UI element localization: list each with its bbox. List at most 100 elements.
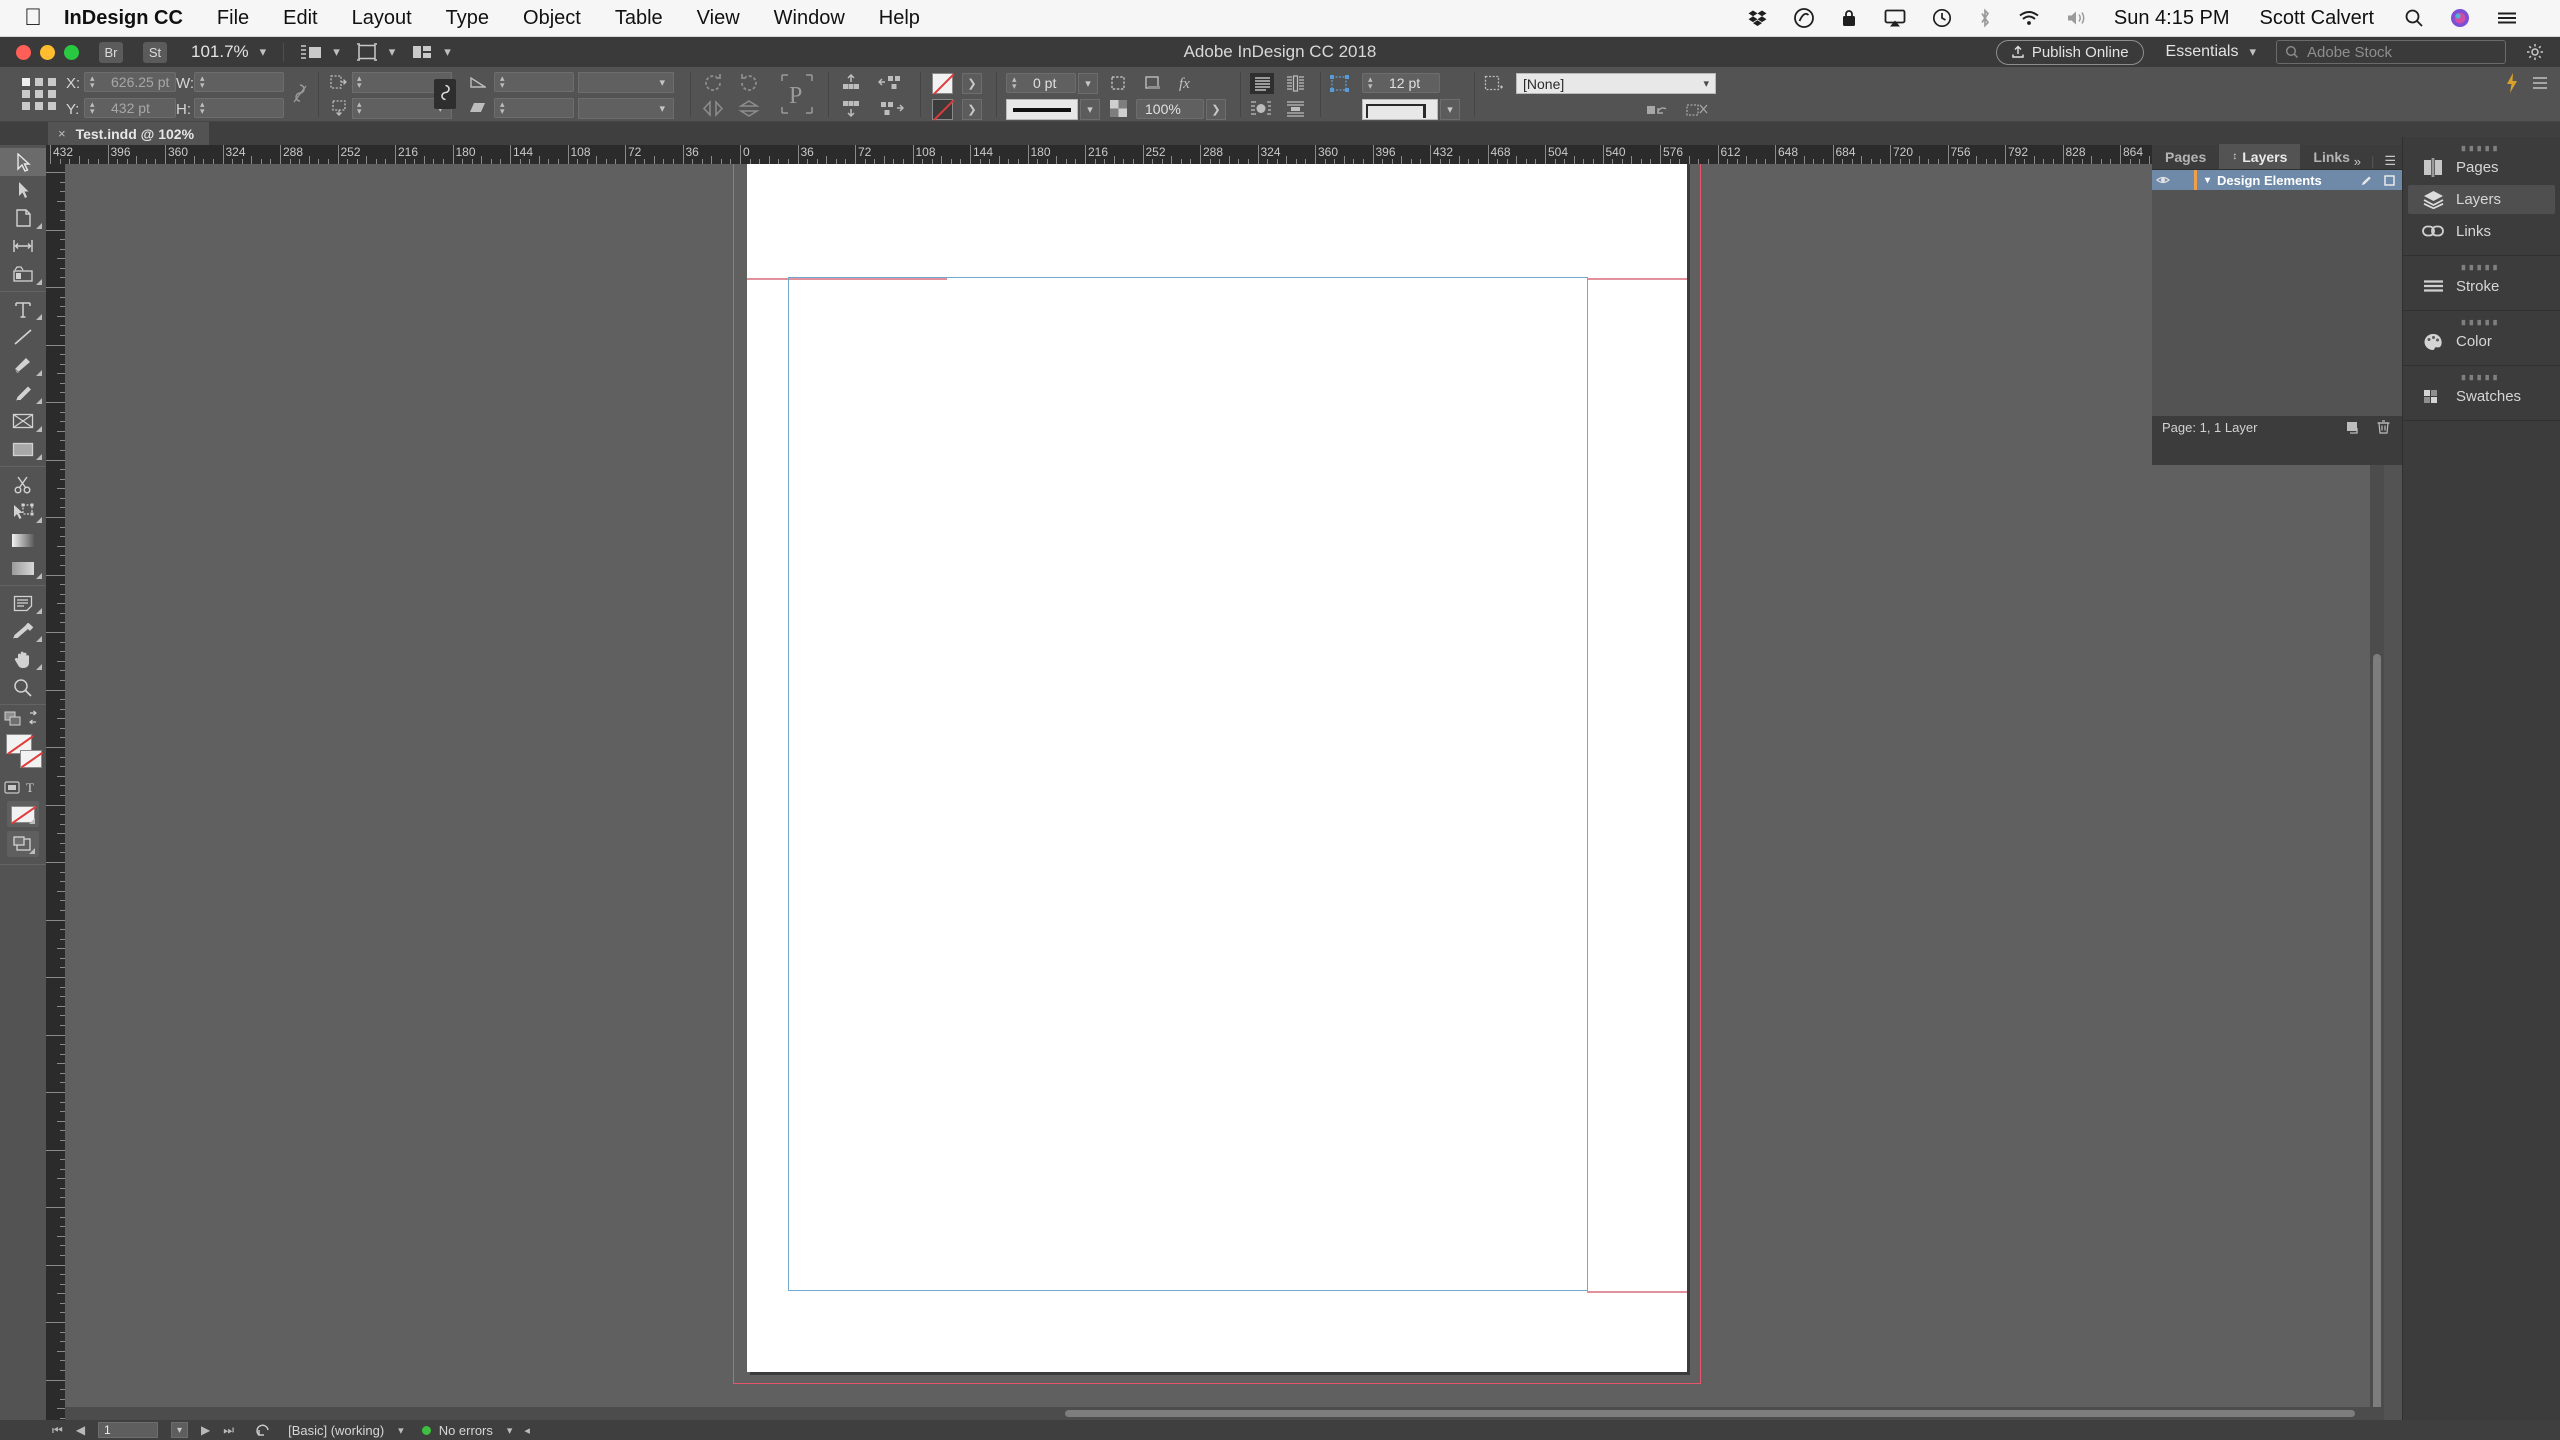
siri-icon[interactable] xyxy=(2450,8,2470,28)
shear-preset-chevron-down-icon[interactable]: ▾ xyxy=(659,102,665,115)
formatting-affects-row[interactable]: T xyxy=(0,776,46,798)
window-controls[interactable] xyxy=(16,44,79,60)
previous-page-icon[interactable]: ◀ xyxy=(76,1423,85,1437)
gradient-feather-flyout-indicator[interactable] xyxy=(36,573,42,579)
note-tool-flyout-indicator[interactable] xyxy=(36,608,42,614)
new-layer-icon[interactable] xyxy=(2346,420,2360,434)
shear-preset-dropdown[interactable]: ▾ xyxy=(578,98,674,119)
layer-pen-edit-icon[interactable] xyxy=(2361,175,2372,186)
w-field[interactable]: ▴ ▾ xyxy=(194,72,284,92)
layer-disclosure-chevron-down-icon[interactable]: ▾ xyxy=(2205,175,2210,186)
selection-tool[interactable] xyxy=(0,148,46,176)
type-tool-flyout-indicator[interactable] xyxy=(36,314,42,320)
page-tool-flyout-indicator[interactable] xyxy=(36,223,42,229)
stroke-weight-chevron-down-icon[interactable]: ▾ xyxy=(1078,73,1098,94)
arrange-documents-icon[interactable] xyxy=(411,43,433,61)
layer-visibility-eye-icon[interactable] xyxy=(2152,175,2174,185)
first-page-icon[interactable]: ⏮ xyxy=(52,1423,63,1438)
tab-pages[interactable]: Pages xyxy=(2152,144,2219,169)
vertical-ruler[interactable] xyxy=(46,164,65,1420)
layer-name-group[interactable]: ▾ Design Elements xyxy=(2205,173,2322,188)
error-status-chevron-down-icon[interactable]: ▾ xyxy=(507,1424,513,1437)
screen-mode-icon[interactable] xyxy=(300,43,322,61)
note-tool[interactable] xyxy=(0,589,46,617)
fill-stroke-swap-row[interactable] xyxy=(0,708,46,730)
spotlight-search-icon[interactable] xyxy=(2404,8,2424,28)
expand-panels-icon[interactable]: » xyxy=(2354,154,2361,169)
control-center-icon[interactable] xyxy=(2496,8,2518,28)
next-page-icon[interactable]: ▶ xyxy=(201,1423,210,1437)
eyedropper-tool[interactable] xyxy=(0,617,46,645)
clock-text[interactable]: Sun 4:15 PM xyxy=(2114,7,2230,30)
bridge-button[interactable]: Br xyxy=(99,41,123,63)
document-tab[interactable]: × Test.indd @ 102% xyxy=(48,122,210,145)
rail-item-stroke[interactable]: Stroke xyxy=(2408,272,2555,301)
view-bleed-chevron-down-icon[interactable]: ▾ xyxy=(389,44,396,60)
bring-forward-icon[interactable] xyxy=(878,74,904,91)
object-style-icon[interactable] xyxy=(1484,75,1504,92)
type-tool[interactable] xyxy=(0,295,46,323)
content-collector-tool[interactable] xyxy=(0,260,46,288)
publish-online-button[interactable]: Publish Online xyxy=(1995,39,2144,65)
shear-angle-field[interactable]: ▴ ▾ xyxy=(494,98,574,118)
page-tool[interactable] xyxy=(0,204,46,232)
direct-selection-tool[interactable] xyxy=(0,176,46,204)
canvas-horizontal-scrollbar[interactable] xyxy=(65,1407,2384,1420)
pencil-tool-flyout-indicator[interactable] xyxy=(36,398,42,404)
stroke-swatch-none-icon[interactable] xyxy=(20,750,42,768)
menu-object[interactable]: Object xyxy=(523,7,581,30)
hand-tool[interactable] xyxy=(0,645,46,673)
zoom-tool[interactable] xyxy=(0,673,46,701)
rotation-preset-dropdown[interactable]: ▾ xyxy=(578,72,674,93)
effects-fx-icon[interactable]: fx xyxy=(1178,74,1202,91)
preflight-icon[interactable] xyxy=(256,1423,272,1437)
tab-drag-handle-icon[interactable]: ↕ xyxy=(2232,151,2237,162)
shear-stepper-icon[interactable]: ▴ ▾ xyxy=(500,100,505,116)
apply-none-button[interactable] xyxy=(7,801,39,827)
scale-y-stepper-icon[interactable]: ▴ ▾ xyxy=(357,100,362,116)
column-rule-dropdown[interactable] xyxy=(1362,99,1438,120)
flip-vertical-icon[interactable] xyxy=(738,100,760,117)
layers-list[interactable]: ▾ Design Elements xyxy=(2152,170,2402,416)
apple-logo-icon[interactable]:  xyxy=(24,6,42,30)
fill-and-stroke-swatches[interactable] xyxy=(0,730,46,776)
security-lock-icon[interactable] xyxy=(1840,8,1858,28)
rectangle-tool[interactable] xyxy=(0,435,46,463)
screen-mode-button[interactable] xyxy=(7,831,39,857)
menu-table[interactable]: Table xyxy=(615,7,663,30)
send-backward-icon[interactable] xyxy=(840,100,862,117)
fill-color-swatch[interactable] xyxy=(932,73,953,94)
control-panel-menu-icon[interactable] xyxy=(2532,76,2548,90)
screen-mode-chevron-down-icon[interactable]: ▾ xyxy=(333,44,340,60)
adobe-stock-search-input[interactable]: Adobe Stock xyxy=(2276,40,2506,64)
frame-tool-flyout-indicator[interactable] xyxy=(36,426,42,432)
layer-row-design-elements[interactable]: ▾ Design Elements xyxy=(2152,170,2402,190)
menu-app-name[interactable]: InDesign CC xyxy=(64,7,183,30)
wifi-icon[interactable] xyxy=(2018,8,2040,28)
bring-to-front-icon[interactable] xyxy=(840,74,862,91)
time-machine-icon[interactable] xyxy=(1932,8,1952,28)
last-page-icon[interactable]: ⏭ xyxy=(223,1423,234,1438)
stroke-weight-field[interactable]: ▴ ▾ 0 pt xyxy=(1006,73,1076,93)
content-collector-flyout-indicator[interactable] xyxy=(36,279,42,285)
frame-fitting-icon[interactable] xyxy=(1330,75,1350,92)
line-tool[interactable] xyxy=(0,323,46,351)
menu-edit[interactable]: Edit xyxy=(283,7,317,30)
menu-layout[interactable]: Layout xyxy=(352,7,412,30)
horizontal-scrollbar-thumb[interactable] xyxy=(1065,1410,2355,1417)
h-field[interactable]: ▴ ▾ xyxy=(194,98,284,118)
stroke-color-swatch[interactable] xyxy=(932,99,953,120)
rail-item-layers[interactable]: Layers xyxy=(2408,185,2555,214)
rectangle-frame-tool[interactable] xyxy=(0,407,46,435)
column-rule-chevron-down-icon[interactable]: ▾ xyxy=(1440,99,1460,120)
menu-file[interactable]: File xyxy=(217,7,249,30)
rail-grip-1[interactable]: ▖▖▖▖▖ xyxy=(2403,142,2560,151)
quick-apply-lightning-icon[interactable] xyxy=(2504,72,2520,94)
gradient-swatch-tool[interactable] xyxy=(0,526,46,554)
constrain-scale-toggle[interactable] xyxy=(434,79,456,109)
close-tab-icon[interactable]: × xyxy=(58,126,66,141)
clear-overrides-icon[interactable] xyxy=(1646,103,1670,117)
preflight-chevron-down-icon[interactable]: ▾ xyxy=(398,1424,404,1437)
rail-item-color[interactable]: Color xyxy=(2408,327,2555,356)
w-stepper-icon[interactable]: ▴ ▾ xyxy=(200,74,205,90)
